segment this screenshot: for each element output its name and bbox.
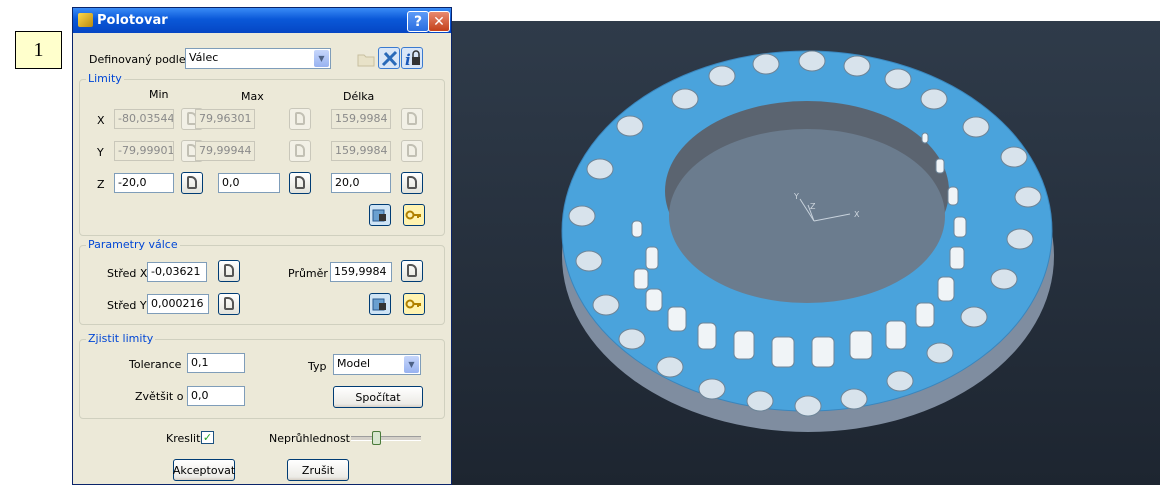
cylinder-group-title: Parametry válce [86, 238, 180, 251]
type-label: Typ [308, 360, 327, 373]
lock-icon[interactable] [218, 260, 240, 282]
draw-checkbox[interactable]: ✓ [201, 431, 214, 444]
detect-group-title: Zjistit limity [86, 332, 156, 345]
axis-z-label: Z [97, 178, 105, 191]
lock-icon[interactable] [181, 172, 203, 194]
defined-by-value: Válec [189, 51, 219, 64]
diameter-field[interactable]: 159,9984 [330, 262, 392, 282]
center-x-field[interactable]: -0,03621 [147, 262, 207, 282]
opacity-slider-thumb[interactable] [372, 431, 381, 445]
draw-label: Kreslit [166, 432, 201, 445]
opacity-label: Neprůhlednost [269, 432, 350, 445]
y-length-field[interactable]: 159,9984 [331, 141, 391, 161]
accept-button[interactable]: Akceptovat [173, 459, 235, 481]
defined-by-label: Definovaný podle [89, 53, 186, 66]
center-y-label: Střed Y [107, 299, 147, 312]
lock-icon[interactable] [289, 140, 311, 162]
bore-floor [669, 129, 945, 303]
help-button[interactable]: ? [407, 11, 429, 32]
edit-tools-icon[interactable] [378, 47, 400, 69]
lock-icon[interactable] [401, 172, 423, 194]
col-max-header: Max [241, 90, 264, 103]
type-value: Model [337, 357, 371, 370]
cancel-button[interactable]: Zrušit [287, 459, 349, 481]
x-length-field[interactable]: 159,9984 [331, 109, 391, 129]
stock-dialog: Polotovar ? ✕ Definovaný podle Válec ▼ i… [72, 7, 452, 485]
expand-label: Zvětšit o [135, 390, 184, 403]
calculate-button[interactable]: Spočítat [333, 386, 423, 408]
x-max-field[interactable]: 79,96301 [195, 109, 255, 129]
axis-y-text: Y [793, 192, 799, 201]
part-render: Y X Z [561, 50, 1054, 432]
lock-icon[interactable] [401, 140, 423, 162]
z-length-field[interactable]: 20,0 [331, 173, 391, 193]
center-y-field[interactable]: 0,000216 [147, 294, 209, 314]
col-length-header: Délka [343, 90, 375, 103]
lock-info-icon[interactable]: i [401, 47, 423, 69]
type-select[interactable]: Model ▼ [333, 354, 421, 375]
callout-1: 1 [15, 31, 62, 69]
opacity-slider[interactable] [351, 430, 421, 446]
3d-viewport[interactable]: Y X Z [452, 21, 1160, 485]
lock-icon[interactable] [218, 293, 240, 315]
opacity-slider-track [351, 436, 421, 441]
app-icon [78, 13, 93, 27]
y-min-field[interactable]: -79,99901 [114, 141, 174, 161]
limits-group-title: Limity [86, 72, 124, 85]
col-min-header: Min [149, 88, 169, 101]
key-icon[interactable] [403, 204, 425, 226]
x-min-field[interactable]: -80,03544 [114, 109, 174, 129]
axis-x-text: X [854, 210, 860, 219]
tolerance-field[interactable]: 0,1 [187, 353, 245, 373]
chevron-down-icon[interactable]: ▼ [404, 356, 419, 373]
close-button[interactable]: ✕ [428, 11, 450, 32]
lock-icon[interactable] [289, 172, 311, 194]
title-bar[interactable]: Polotovar ? ✕ [73, 8, 451, 33]
dialog-title: Polotovar [97, 13, 168, 28]
lock-icon[interactable] [289, 108, 311, 130]
z-max-field[interactable]: 0,0 [218, 173, 280, 193]
tolerance-label: Tolerance [129, 358, 182, 371]
svg-text:i: i [405, 51, 411, 69]
axis-x-label: X [97, 114, 105, 127]
lock-all-icon[interactable] [369, 293, 391, 315]
lock-icon[interactable] [401, 260, 423, 282]
defined-by-select[interactable]: Válec ▼ [185, 48, 331, 69]
diameter-label: Průměr [288, 267, 328, 280]
chevron-down-icon[interactable]: ▼ [314, 50, 329, 67]
z-min-field[interactable]: -20,0 [114, 173, 174, 193]
y-max-field[interactable]: 79,99944 [195, 141, 255, 161]
lock-all-icon[interactable] [369, 204, 391, 226]
lock-icon[interactable] [401, 108, 423, 130]
key-icon[interactable] [403, 293, 425, 315]
axis-y-label: Y [97, 146, 104, 159]
axis-z-text: Z [810, 202, 816, 211]
open-folder-icon[interactable] [355, 48, 377, 70]
expand-field[interactable]: 0,0 [187, 386, 245, 406]
center-x-label: Střed X [107, 267, 148, 280]
